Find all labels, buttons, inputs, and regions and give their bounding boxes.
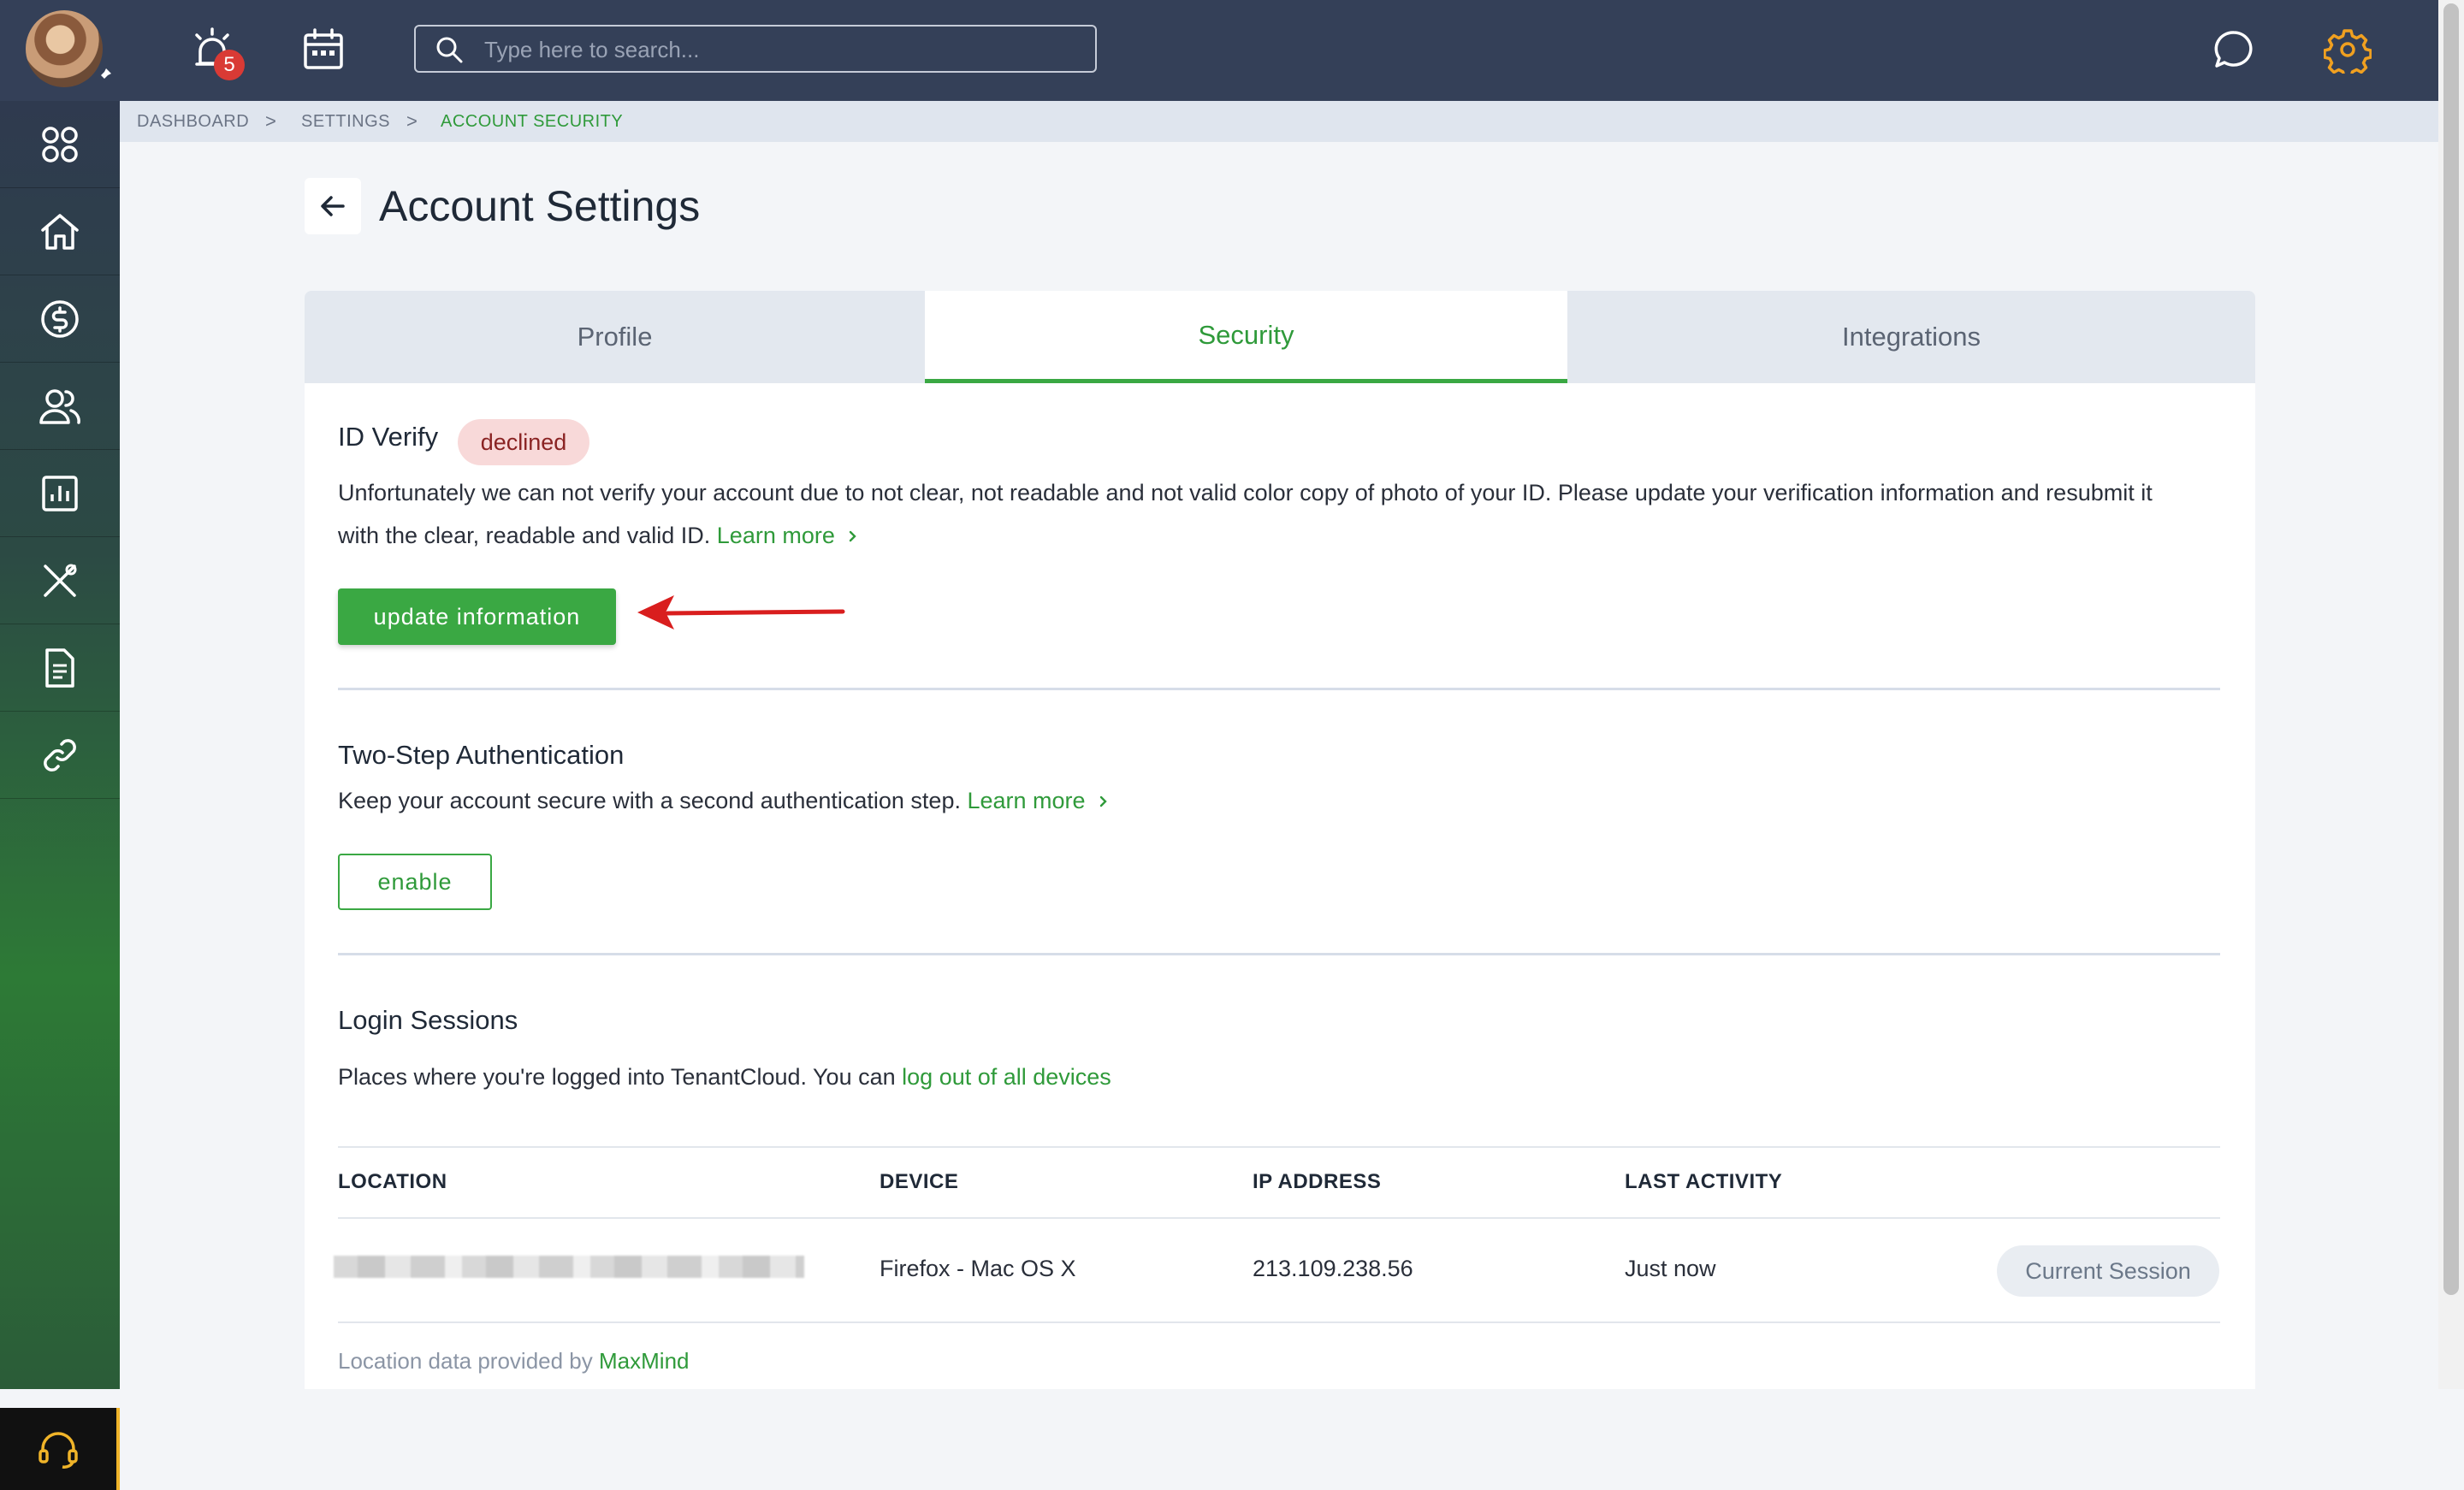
footnote-text: Location data provided by xyxy=(338,1348,593,1374)
id-verify-message-line2: with the clear, readable and valid ID. xyxy=(338,523,711,548)
two-step-heading: Two-Step Authentication xyxy=(338,740,625,770)
sidebar-item-reports[interactable] xyxy=(0,450,120,537)
page-title: Account Settings xyxy=(379,182,701,230)
sidebar-support[interactable] xyxy=(0,1408,120,1490)
status-badge: declined xyxy=(458,419,589,465)
id-verify-message: Unfortunately we can not verify your acc… xyxy=(338,480,2153,506)
column-header-location: LOCATION xyxy=(338,1170,447,1193)
breadcrumb-separator: > xyxy=(265,110,277,132)
top-bar: 5 xyxy=(0,0,2438,101)
breadcrumb-separator: > xyxy=(406,110,418,132)
sidebar-item-payments[interactable] xyxy=(0,275,120,363)
ip-cell: 213.109.238.56 xyxy=(1253,1256,1413,1281)
avatar[interactable] xyxy=(26,10,103,87)
chevron-right-icon xyxy=(1099,795,1107,807)
breadcrumb-settings[interactable]: SETTINGS xyxy=(301,112,390,132)
chat-icon[interactable] xyxy=(2210,26,2258,74)
arrow-left-icon xyxy=(321,196,345,216)
breadcrumb-dashboard[interactable]: DASHBOARD xyxy=(137,112,249,132)
current-session-badge: Current Session xyxy=(1997,1245,2219,1297)
gear-icon[interactable] xyxy=(2324,26,2372,74)
tools-icon xyxy=(44,564,77,597)
calendar-icon[interactable] xyxy=(299,26,347,74)
document-icon xyxy=(45,647,74,688)
dollar-icon xyxy=(41,299,79,338)
column-header-device: DEVICE xyxy=(880,1170,959,1193)
search-input[interactable] xyxy=(483,33,1085,66)
sidebar-item-documents[interactable] xyxy=(0,624,120,712)
enable-button[interactable]: enable xyxy=(338,854,492,910)
settings-tabs: Profile Security Integrations xyxy=(305,291,2255,383)
two-step-message: Keep your account secure with a second a… xyxy=(338,788,961,813)
sidebar-item-tools[interactable] xyxy=(0,537,120,624)
annotation-arrow xyxy=(637,595,845,630)
breadcrumb: DASHBOARD > SETTINGS > ACCOUNT SECURITY xyxy=(120,101,2438,142)
table-divider xyxy=(338,1217,2220,1219)
maxmind-link[interactable]: MaxMind xyxy=(599,1348,689,1374)
device-cell: Firefox - Mac OS X xyxy=(880,1256,1076,1281)
reports-icon xyxy=(42,475,78,511)
users-icon xyxy=(39,388,80,424)
notification-badge: 5 xyxy=(214,50,245,80)
location-footnote: Location data provided by MaxMind xyxy=(338,1348,690,1375)
section-divider xyxy=(338,953,2220,955)
table-divider xyxy=(338,1321,2220,1323)
sidebar-item-apps[interactable] xyxy=(0,101,120,188)
apps-icon xyxy=(42,126,78,163)
tab-integrations[interactable]: Integrations xyxy=(1567,291,2255,383)
section-divider xyxy=(338,688,2220,690)
back-button[interactable] xyxy=(305,178,361,234)
tab-profile[interactable]: Profile xyxy=(305,291,925,383)
tab-security[interactable]: Security xyxy=(925,291,1567,383)
login-sessions-heading: Login Sessions xyxy=(338,1005,518,1035)
sessions-message: Places where you're logged into TenantCl… xyxy=(338,1064,896,1090)
sidebar-item-home[interactable] xyxy=(0,188,120,275)
logout-all-devices-link[interactable]: log out of all devices xyxy=(902,1064,1111,1090)
location-cell-redacted xyxy=(334,1256,804,1278)
last-activity-cell: Just now xyxy=(1625,1256,1716,1281)
search-icon xyxy=(436,37,463,63)
chevron-right-icon xyxy=(850,530,857,542)
headset-icon xyxy=(38,1432,78,1469)
pin-icon xyxy=(98,68,111,82)
id-verify-heading: ID Verify xyxy=(338,422,439,452)
table-divider xyxy=(338,1146,2220,1148)
update-information-button[interactable]: update information xyxy=(338,588,616,645)
search-box[interactable] xyxy=(414,25,1097,73)
breadcrumb-account-security: ACCOUNT SECURITY xyxy=(441,112,624,131)
link-icon xyxy=(44,738,76,772)
id-verify-learn-more-link[interactable]: Learn more xyxy=(717,523,835,548)
column-header-last-activity: LAST ACTIVITY xyxy=(1625,1170,1783,1193)
sidebar-item-links[interactable] xyxy=(0,712,120,799)
sidebar xyxy=(0,101,120,1490)
home-icon xyxy=(41,213,79,250)
scrollbar-thumb[interactable] xyxy=(2443,3,2459,1295)
column-header-ip: IP ADDRESS xyxy=(1253,1170,1382,1193)
sidebar-item-users[interactable] xyxy=(0,363,120,450)
two-step-learn-more-link[interactable]: Learn more xyxy=(967,788,1085,813)
